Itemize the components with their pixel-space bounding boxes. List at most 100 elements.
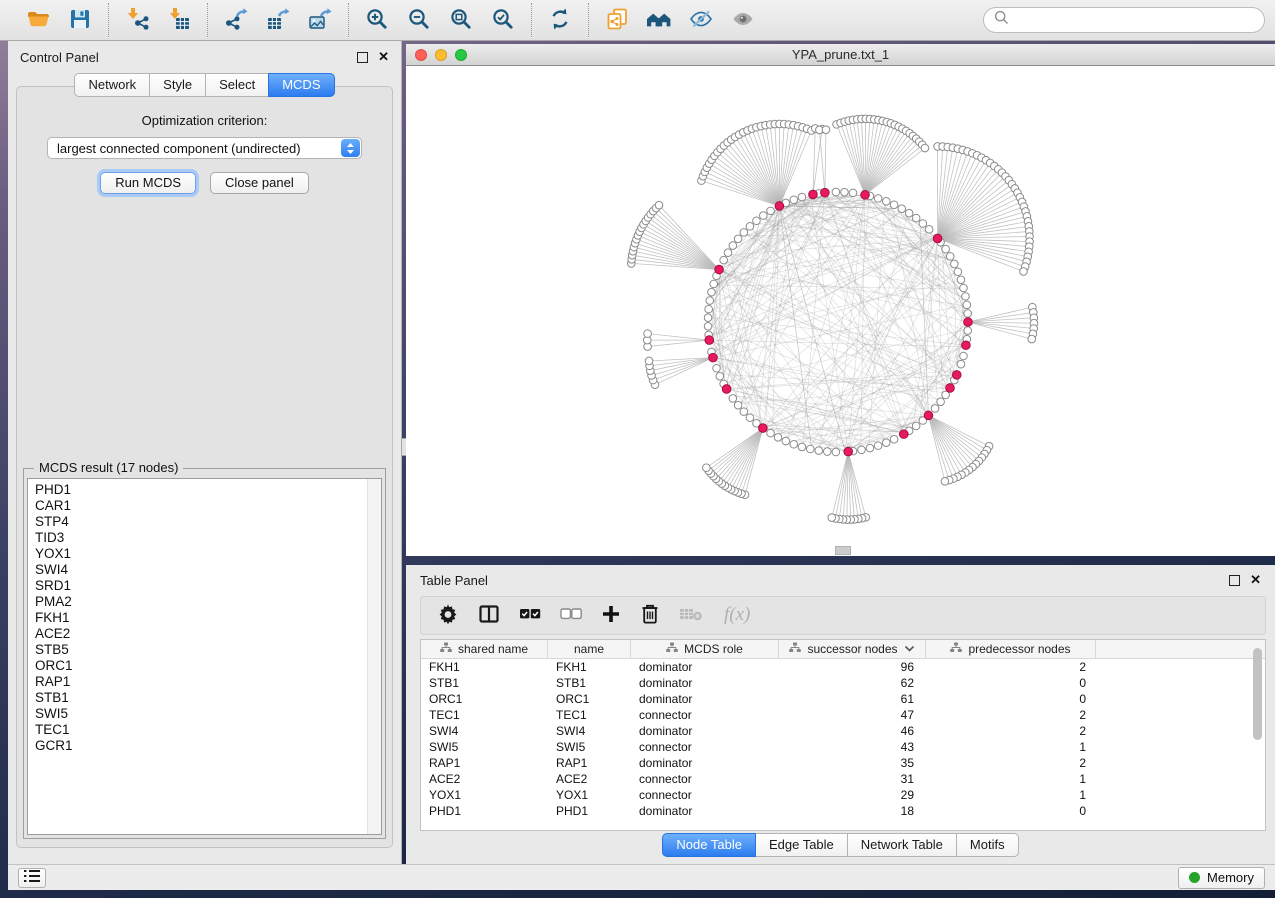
result-list-item[interactable]: ACE2 [35,626,381,642]
table-row[interactable]: STB1STB1dominator620 [421,675,1265,691]
hide-details-button[interactable] [682,4,720,36]
zoom-out-button[interactable] [400,4,438,36]
float-table-panel-icon[interactable] [1229,575,1240,586]
result-list-item[interactable]: SWI5 [35,706,381,722]
cell-name: STB1 [548,676,631,690]
maximize-window-icon[interactable] [455,49,467,61]
result-list-item[interactable]: PHD1 [35,482,381,498]
result-list-item[interactable]: GCR1 [35,738,381,754]
birdseye-button[interactable] [724,4,762,36]
tab-mcds[interactable]: MCDS [268,73,334,97]
import-table-button[interactable] [160,4,198,36]
export-network-button[interactable] [217,4,255,36]
result-list-item[interactable]: SWI4 [35,562,381,578]
select-all-rows-icon [519,606,541,625]
column-header-name[interactable]: name [548,640,631,658]
network-window-titlebar[interactable]: YPA_prune.txt_1 [406,44,1275,66]
result-list-item[interactable]: YOX1 [35,546,381,562]
result-list-item[interactable]: CAR1 [35,498,381,514]
split-columns-icon [478,603,500,628]
export-image-button[interactable] [301,4,339,36]
result-list-item[interactable]: FKH1 [35,610,381,626]
gear-icon [437,603,459,628]
mcds-result-title: MCDS result (17 nodes) [34,460,183,475]
table-row[interactable]: YOX1YOX1connector291 [421,787,1265,803]
close-table-panel-icon[interactable]: ✕ [1250,574,1261,586]
tab-style[interactable]: Style [149,73,206,97]
result-list-item[interactable]: STB1 [35,690,381,706]
table-row[interactable]: TEC1TEC1connector472 [421,707,1265,723]
table-scrollbar[interactable] [1252,646,1263,824]
memory-button[interactable]: Memory [1178,867,1265,889]
result-list-scrollbar[interactable] [367,479,381,834]
cell-predecessors: 0 [926,804,1096,818]
table-row[interactable]: PHD1PHD1dominator180 [421,803,1265,819]
home-button[interactable] [640,4,678,36]
zoom-selected-button[interactable] [484,4,522,36]
table-row[interactable]: SWI4SWI4dominator462 [421,723,1265,739]
result-list-item[interactable]: RAP1 [35,674,381,690]
tab-select[interactable]: Select [205,73,269,97]
table-row[interactable]: ORC1ORC1dominator610 [421,691,1265,707]
table-row[interactable]: ACE2ACE2connector311 [421,771,1265,787]
float-panel-icon[interactable] [357,52,368,63]
table-row[interactable]: RAP1RAP1dominator352 [421,755,1265,771]
mcds-result-list[interactable]: PHD1CAR1STP4TID3YOX1SWI4SRD1PMA2FKH1ACE2… [27,478,382,835]
tree-icon [950,642,962,656]
result-list-item[interactable]: TEC1 [35,722,381,738]
cell-name: FKH1 [548,660,631,674]
export-table-button[interactable] [259,4,297,36]
delete-column-button[interactable] [640,603,660,629]
split-columns-button[interactable] [478,603,500,629]
memory-status-icon [1189,872,1200,883]
column-header-MCDS-role[interactable]: MCDS role [631,640,779,658]
result-list-item[interactable]: ORC1 [35,658,381,674]
column-header-predecessor-nodes[interactable]: predecessor nodes [926,640,1096,658]
cell-shared_name: RAP1 [421,756,548,770]
column-header-successor-nodes[interactable]: successor nodes [779,640,926,658]
add-column-button[interactable] [601,603,621,629]
table-row[interactable]: SWI5SWI5connector431 [421,739,1265,755]
tab-node-table[interactable]: Node Table [662,833,756,857]
search-box[interactable] [983,7,1265,33]
column-header-shared-name[interactable]: shared name [421,640,548,658]
import-network-button[interactable] [118,4,156,36]
zoom-in-button[interactable] [358,4,396,36]
table-scrollbar-thumb[interactable] [1253,648,1262,740]
tab-network-table[interactable]: Network Table [847,833,957,857]
duplicate-network-icon [604,7,630,34]
search-input[interactable] [1015,12,1254,29]
minimize-window-icon[interactable] [435,49,447,61]
gear-button[interactable] [437,603,459,629]
toolbar-group [207,3,348,37]
save-button[interactable] [61,4,99,36]
result-list-item[interactable]: PMA2 [35,594,381,610]
result-list-item[interactable]: STP4 [35,514,381,530]
result-list-item[interactable]: STB5 [35,642,381,658]
close-window-icon[interactable] [415,49,427,61]
panel-menu-button[interactable] [18,868,46,888]
close-panel-icon[interactable]: ✕ [378,51,389,63]
tree-icon [666,642,678,656]
select-all-rows-button[interactable] [519,603,541,629]
table-panel: Table Panel ✕ f(x) shared namenameMCDS r… [406,565,1275,864]
close-panel-button[interactable]: Close panel [210,172,309,194]
tab-edge-table[interactable]: Edge Table [755,833,848,857]
zoom-fit-button[interactable] [442,4,480,36]
criterion-select[interactable]: largest connected component (undirected) [47,137,362,159]
result-list-item[interactable]: TID3 [35,530,381,546]
canvas-scroll-thumb[interactable] [835,546,851,555]
run-mcds-button[interactable]: Run MCDS [100,172,196,194]
refresh-button[interactable] [541,4,579,36]
table-row[interactable]: FKH1FKH1dominator962 [421,659,1265,675]
cell-name: YOX1 [548,788,631,802]
delete-table-icon [679,606,703,625]
duplicate-network-button[interactable] [598,4,636,36]
open-button[interactable] [19,4,57,36]
clear-selection-button[interactable] [560,603,582,629]
tab-network[interactable]: Network [74,73,150,97]
tab-motifs[interactable]: Motifs [956,833,1019,857]
cell-role: dominator [631,676,779,690]
result-list-item[interactable]: SRD1 [35,578,381,594]
network-canvas[interactable] [406,66,1275,556]
